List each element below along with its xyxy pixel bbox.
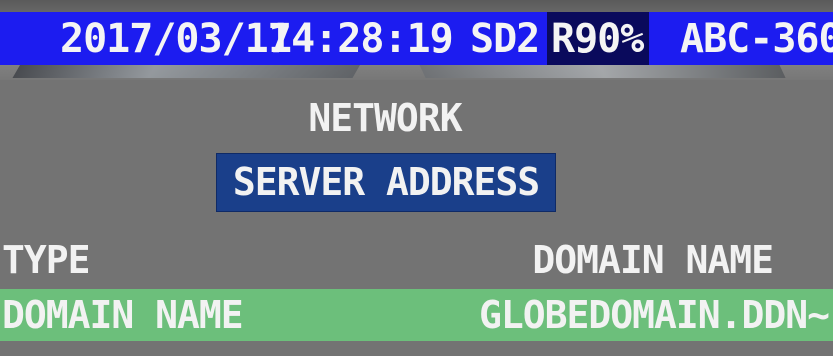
menu-row-type[interactable]: TYPE DOMAIN NAME [0,234,833,286]
section-header-label: SERVER ADDRESS [232,160,540,204]
status-recording: R90% [547,12,650,65]
status-storage: SD2 [470,16,540,62]
menu-title: NETWORK [308,96,462,140]
menu-row-value: DOMAIN NAME [532,238,774,282]
menu-row-label: TYPE [2,238,91,282]
status-plate: ABC-3604 [680,16,833,62]
status-bar: 2017/03/17 14:28:19 SD2 R90% ABC-3604 [0,12,833,65]
status-time: 14:28:19 [268,16,454,62]
menu-row-domain-name[interactable]: DOMAIN NAME GLOBEDOMAIN.DDN~ [0,289,833,341]
status-date: 2017/03/17 [60,16,292,62]
menu-row-value: GLOBEDOMAIN.DDN~ [478,293,830,337]
section-header[interactable]: SERVER ADDRESS [216,153,556,212]
menu-row-label: DOMAIN NAME [2,293,244,337]
dvr-screen: 2017/03/17 14:28:19 SD2 R90% ABC-3604 NE… [0,0,833,356]
